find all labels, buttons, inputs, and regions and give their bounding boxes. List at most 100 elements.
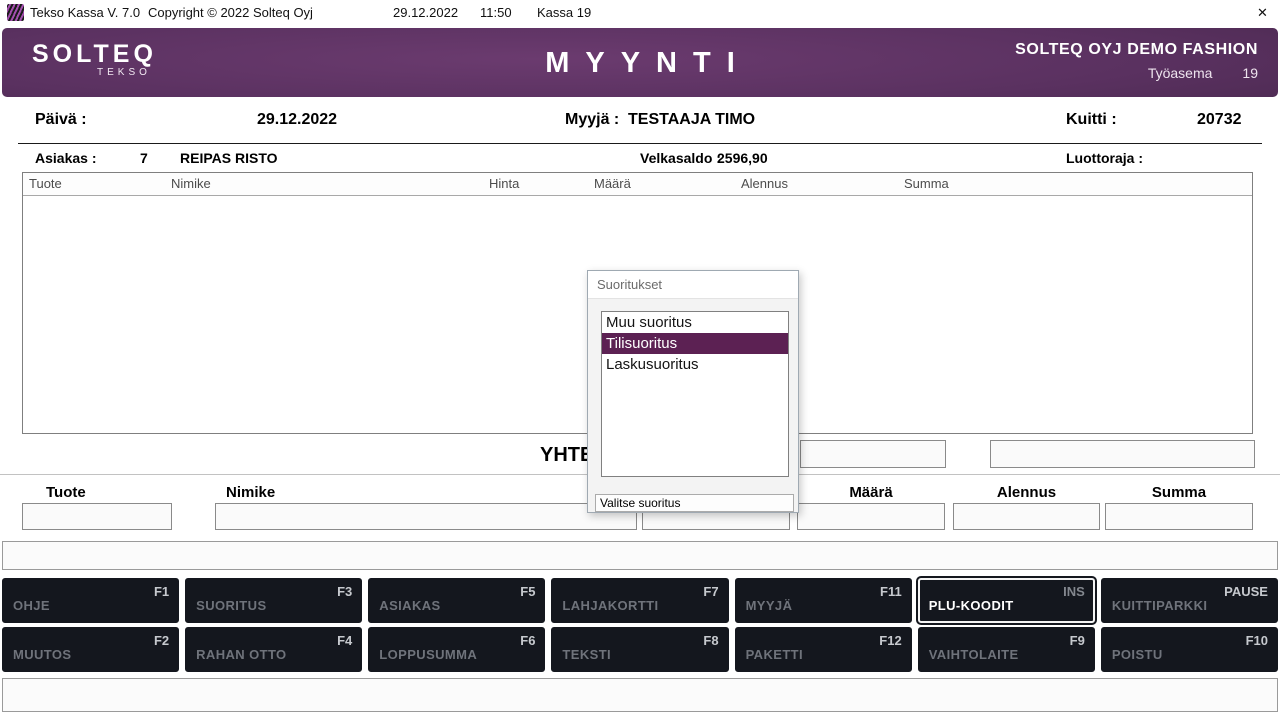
loppusumma-key: F6 bbox=[520, 633, 535, 648]
col-summa: Summa bbox=[904, 176, 949, 191]
customer-number: 7 bbox=[140, 150, 148, 166]
list-item-laskusuoritus[interactable]: Laskusuoritus bbox=[602, 354, 788, 375]
store-name: SOLTEQ OYJ DEMO FASHION bbox=[1015, 41, 1258, 59]
vaihtolaite-button[interactable]: VAIHTOLAITE F9 bbox=[918, 627, 1095, 672]
paketti-key: F12 bbox=[879, 633, 901, 648]
copyright-text: Copyright © 2022 Solteq Oyj bbox=[148, 5, 313, 20]
plu-koodit-key: INS bbox=[1063, 584, 1085, 599]
rahan-otto-button[interactable]: RAHAN OTTO F4 bbox=[185, 627, 362, 672]
debt-label: Velkasaldo : bbox=[640, 150, 721, 166]
app-title: Tekso Kassa V. 7.0 bbox=[30, 5, 140, 20]
kuittiparkki-key: PAUSE bbox=[1224, 584, 1268, 599]
function-key-row-1: OHJE F1 SUORITUS F3 ASIAKAS F5 LAHJAKORT… bbox=[2, 578, 1278, 623]
date-value: 29.12.2022 bbox=[257, 111, 337, 129]
receipt-value: 20732 bbox=[1197, 111, 1242, 129]
workstation-info: Työasema 19 bbox=[1015, 65, 1258, 81]
logo-sub-text: TEKSO bbox=[32, 67, 157, 78]
poistu-label: POISTU bbox=[1112, 647, 1163, 662]
plu-koodit-button[interactable]: PLU-KOODIT INS bbox=[918, 578, 1095, 623]
myyja-label: MYYJÄ bbox=[746, 598, 793, 613]
paketti-label: PAKETTI bbox=[746, 647, 803, 662]
teksti-key: F8 bbox=[703, 633, 718, 648]
debt-value: 2596,90 bbox=[717, 150, 768, 166]
customer-name: REIPAS RISTO bbox=[180, 150, 278, 166]
titlebar-date: 29.12.2022 bbox=[393, 5, 458, 20]
plu-koodit-label: PLU-KOODIT bbox=[929, 598, 1014, 613]
logo-main-text: SOLTEQ bbox=[32, 41, 157, 67]
myyja-button[interactable]: MYYJÄ F11 bbox=[735, 578, 912, 623]
lahjakortti-button[interactable]: LAHJAKORTTI F7 bbox=[551, 578, 728, 623]
ohje-button[interactable]: OHJE F1 bbox=[2, 578, 179, 623]
muutos-button[interactable]: MUUTOS F2 bbox=[2, 627, 179, 672]
entry-label-maara: Määrä bbox=[797, 484, 945, 501]
command-input[interactable] bbox=[2, 541, 1278, 570]
col-nimike: Nimike bbox=[171, 176, 211, 191]
list-item-tilisuoritus[interactable]: Tilisuoritus bbox=[602, 333, 788, 354]
suoritukset-dialog: Suoritukset Muu suoritus Tilisuoritus La… bbox=[587, 270, 799, 513]
workstation-number: 19 bbox=[1242, 65, 1258, 81]
workstation-label: Työasema bbox=[1148, 65, 1213, 81]
entry-label-alennus: Alennus bbox=[953, 484, 1100, 501]
suoritus-key: F3 bbox=[337, 584, 352, 599]
entry-input-nimike[interactable] bbox=[215, 503, 637, 530]
entry-label-summa: Summa bbox=[1105, 484, 1253, 501]
receipt-label: Kuitti : bbox=[1066, 111, 1117, 129]
app-header: SOLTEQ TEKSO MYYNTI SOLTEQ OYJ DEMO FASH… bbox=[2, 28, 1278, 97]
titlebar-time: 11:50 bbox=[480, 5, 512, 20]
myyja-key: F11 bbox=[880, 584, 902, 599]
rahan-otto-label: RAHAN OTTO bbox=[196, 647, 286, 662]
total-amount-field bbox=[990, 440, 1255, 468]
date-label: Päivä : bbox=[35, 111, 87, 129]
total-quantity-field bbox=[800, 440, 946, 468]
entry-input-tuote[interactable] bbox=[22, 503, 172, 530]
asiakas-label: ASIAKAS bbox=[379, 598, 440, 613]
list-item-muu-suoritus[interactable]: Muu suoritus bbox=[602, 312, 788, 333]
vaihtolaite-key: F9 bbox=[1070, 633, 1085, 648]
kuittiparkki-label: KUITTIPARKKI bbox=[1112, 598, 1208, 613]
ohje-key: F1 bbox=[154, 584, 169, 599]
entry-label-nimike: Nimike bbox=[215, 484, 637, 501]
title-bar: Tekso Kassa V. 7.0 Copyright © 2022 Solt… bbox=[0, 0, 1280, 26]
teksti-label: TEKSTI bbox=[562, 647, 611, 662]
lahjakortti-key: F7 bbox=[703, 584, 718, 599]
entry-input-summa[interactable] bbox=[1105, 503, 1253, 530]
credit-label: Luottoraja : bbox=[1066, 150, 1143, 166]
col-hinta: Hinta bbox=[489, 176, 519, 191]
poistu-key: F10 bbox=[1246, 633, 1268, 648]
col-alennus: Alennus bbox=[741, 176, 788, 191]
app-icon bbox=[7, 4, 24, 21]
vaihtolaite-label: VAIHTOLAITE bbox=[929, 647, 1019, 662]
customer-label: Asiakas : bbox=[35, 150, 96, 166]
entry-input-maara[interactable] bbox=[797, 503, 945, 530]
close-icon[interactable]: ✕ bbox=[1257, 5, 1268, 21]
dialog-status-bar: Valitse suoritus bbox=[595, 494, 794, 512]
seller-value: TESTAAJA TIMO bbox=[628, 111, 755, 129]
entry-input-alennus[interactable] bbox=[953, 503, 1100, 530]
poistu-button[interactable]: POISTU F10 bbox=[1101, 627, 1278, 672]
loppusumma-button[interactable]: LOPPUSUMMA F6 bbox=[368, 627, 545, 672]
paketti-button[interactable]: PAKETTI F12 bbox=[735, 627, 912, 672]
muutos-label: MUUTOS bbox=[13, 647, 72, 662]
function-key-row-2: MUUTOS F2 RAHAN OTTO F4 LOPPUSUMMA F6 TE… bbox=[2, 627, 1278, 672]
teksti-button[interactable]: TEKSTI F8 bbox=[551, 627, 728, 672]
divider bbox=[18, 143, 1262, 144]
kuittiparkki-button[interactable]: KUITTIPARKKI PAUSE bbox=[1101, 578, 1278, 623]
asiakas-key: F5 bbox=[520, 584, 535, 599]
solteq-logo: SOLTEQ TEKSO bbox=[32, 41, 157, 78]
rahan-otto-key: F4 bbox=[337, 633, 352, 648]
lahjakortti-label: LAHJAKORTTI bbox=[562, 598, 658, 613]
suoritus-button[interactable]: SUORITUS F3 bbox=[185, 578, 362, 623]
titlebar-register: Kassa 19 bbox=[537, 5, 591, 20]
message-box bbox=[2, 678, 1278, 712]
muutos-key: F2 bbox=[154, 633, 169, 648]
loppusumma-label: LOPPUSUMMA bbox=[379, 647, 477, 662]
pos-window: Tekso Kassa V. 7.0 Copyright © 2022 Solt… bbox=[0, 0, 1280, 715]
asiakas-button[interactable]: ASIAKAS F5 bbox=[368, 578, 545, 623]
suoritus-listbox[interactable]: Muu suoritus Tilisuoritus Laskusuoritus bbox=[601, 311, 789, 477]
page-title: MYYNTI bbox=[529, 47, 751, 80]
ohje-label: OHJE bbox=[13, 598, 50, 613]
dialog-title: Suoritukset bbox=[588, 271, 798, 299]
col-maara: Määrä bbox=[594, 176, 631, 191]
sales-table-header: Tuote Nimike Hinta Määrä Alennus Summa bbox=[23, 173, 1252, 196]
col-tuote: Tuote bbox=[29, 176, 62, 191]
